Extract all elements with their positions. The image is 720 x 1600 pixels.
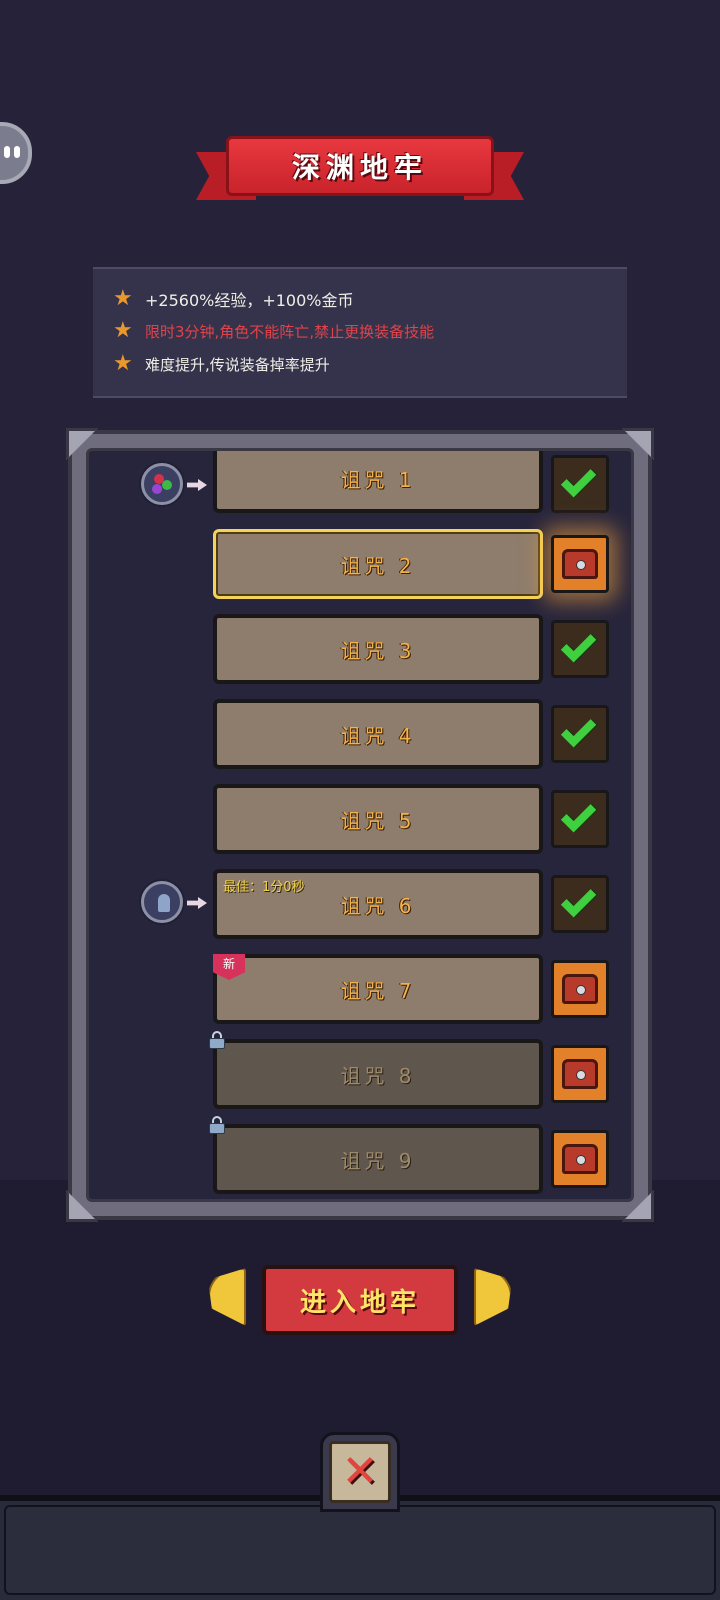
reward-chest-9[interactable] xyxy=(551,1130,609,1188)
side-chat-icon[interactable] xyxy=(0,122,32,184)
bottom-panel xyxy=(4,1505,716,1595)
check-icon xyxy=(560,882,597,918)
curse-item-5[interactable]: 诅咒 5 xyxy=(213,784,543,854)
reward-claimed-6 xyxy=(551,875,609,933)
curse-item-2[interactable]: 诅咒 2 xyxy=(213,529,543,599)
potion-orb-marker-icon xyxy=(141,463,183,505)
curse-label: 诅咒 7 xyxy=(340,978,416,1003)
curse-label: 诅咒 6 xyxy=(340,893,416,918)
curse-label: 诅咒 5 xyxy=(340,808,416,833)
check-icon xyxy=(560,797,597,833)
check-icon xyxy=(560,462,597,498)
curse-list[interactable]: 诅咒 1 诅咒 2 诅咒 3 诅咒 4 诅咒 5 最佳：1分0秒 诅咒 6 新 … xyxy=(86,448,634,1202)
new-badge: 新 xyxy=(213,954,245,980)
treasure-chest-icon xyxy=(562,1059,598,1089)
curse-label: 诅咒 4 xyxy=(340,723,416,748)
reward-chest-7[interactable] xyxy=(551,960,609,1018)
star-icon: ★ xyxy=(113,351,133,376)
check-icon xyxy=(560,627,597,663)
curse-label: 诅咒 8 xyxy=(340,1063,416,1088)
star-icon: ★ xyxy=(113,318,133,343)
curse-item-1[interactable]: 诅咒 1 xyxy=(213,451,543,513)
curse-item-8[interactable]: 诅咒 8 xyxy=(209,1031,543,1109)
treasure-chest-icon xyxy=(562,974,598,1004)
curse-label: 诅咒 1 xyxy=(340,467,416,492)
curse-list-frame: 诅咒 1 诅咒 2 诅咒 3 诅咒 4 诅咒 5 最佳：1分0秒 诅咒 6 新 … xyxy=(66,428,654,1222)
best-time: 最佳：1分0秒 xyxy=(223,880,305,895)
check-icon xyxy=(560,712,597,748)
curse-item-4[interactable]: 诅咒 4 xyxy=(213,699,543,769)
reward-claimed-4 xyxy=(551,705,609,763)
info-row-bonus: ★ +2560%经验，+100%金币 xyxy=(113,287,353,311)
curse-item-3[interactable]: 诅咒 3 xyxy=(213,614,543,684)
lock-icon xyxy=(209,1116,225,1134)
arrow-right-icon xyxy=(187,479,207,491)
wizard-marker-icon xyxy=(141,881,183,923)
reward-claimed-5 xyxy=(551,790,609,848)
page-title: 深渊地牢 xyxy=(291,151,428,184)
curse-item-9[interactable]: 诅咒 9 xyxy=(209,1116,543,1194)
reward-claimed-3 xyxy=(551,620,609,678)
eye-icon xyxy=(4,146,10,158)
reward-chest-2[interactable] xyxy=(551,535,609,593)
curse-label: 诅咒 3 xyxy=(340,638,416,663)
curse-label: 诅咒 9 xyxy=(340,1148,416,1173)
bonus-info-panel: ★ +2560%经验，+100%金币 ★ 限时3分钟,角色不能阵亡,禁止更换装备… xyxy=(93,267,627,398)
enter-dungeon-label: 进入地牢 xyxy=(299,1287,420,1318)
close-button[interactable]: ✕ xyxy=(329,1441,391,1503)
enter-dungeon-button[interactable]: 进入地牢 xyxy=(262,1265,458,1335)
lock-icon xyxy=(209,1031,225,1049)
info-text: 限时3分钟,角色不能阵亡,禁止更换装备技能 xyxy=(145,322,435,341)
treasure-chest-icon xyxy=(562,549,598,579)
treasure-chest-icon xyxy=(562,1144,598,1174)
curse-item-6[interactable]: 最佳：1分0秒 诅咒 6 xyxy=(213,869,543,939)
eye-icon xyxy=(14,146,20,158)
info-text: 难度提升,传说装备掉率提升 xyxy=(145,355,330,374)
banner-body: 深渊地牢 xyxy=(226,136,494,196)
reward-claimed-1 xyxy=(551,455,609,513)
star-icon: ★ xyxy=(113,286,133,311)
arrow-right-icon xyxy=(187,897,207,909)
curse-label: 诅咒 2 xyxy=(340,553,416,578)
title-banner: 深渊地牢 xyxy=(196,134,524,210)
curse-item-7[interactable]: 新 诅咒 7 xyxy=(213,954,543,1024)
info-text: +2560%经验，+100%金币 xyxy=(145,291,354,310)
info-row-rules: ★ 限时3分钟,角色不能阵亡,禁止更换装备技能 xyxy=(113,320,434,342)
close-x-icon: ✕ xyxy=(341,1446,379,1497)
reward-chest-8[interactable] xyxy=(551,1045,609,1103)
info-row-difficulty: ★ 难度提升,传说装备掉率提升 xyxy=(113,353,330,375)
